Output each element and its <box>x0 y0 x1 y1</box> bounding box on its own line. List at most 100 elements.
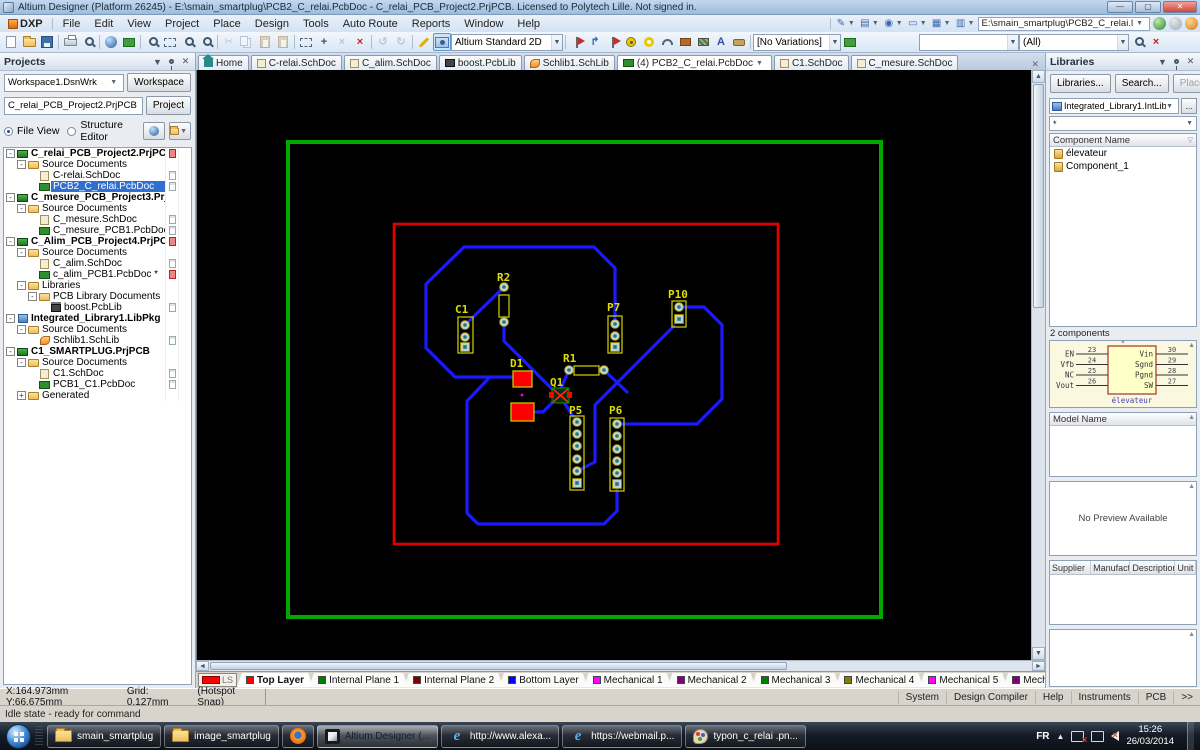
place-string-button[interactable]: A <box>712 33 730 51</box>
copy-button[interactable] <box>238 33 256 51</box>
route-differential-pair-button[interactable] <box>568 33 586 51</box>
select-area-button[interactable] <box>297 33 315 51</box>
menu-place[interactable]: Place <box>206 17 248 31</box>
tree-item-pcb-library-documents[interactable]: -PCB Library Documents <box>4 291 191 302</box>
menu-window[interactable]: Window <box>457 17 510 31</box>
open-folder-button[interactable]: ▼ <box>169 122 191 140</box>
column-header-description[interactable]: Description <box>1130 561 1175 574</box>
menu-reports[interactable]: Reports <box>405 17 458 31</box>
frame-icon[interactable]: ▭ <box>906 17 920 30</box>
print-button[interactable] <box>61 33 79 51</box>
place-polygon-button[interactable] <box>694 33 712 51</box>
minimize-button[interactable]: — <box>1107 1 1133 13</box>
column-header-manufactur[interactable]: Manufactur <box>1091 561 1130 574</box>
supplier-table-body[interactable] <box>1049 575 1197 625</box>
tree-item-generated[interactable]: +Generated <box>4 390 191 401</box>
place-component-button[interactable] <box>730 33 748 51</box>
doc-tab-4-pcb2-c-relai-pcbdoc[interactable]: (4) PCB2_C_relai.PcbDoc▼ <box>617 55 772 70</box>
collapse-icon[interactable]: - <box>6 314 15 323</box>
tree-item-integrated-library1-libpkg[interactable]: -Integrated_Library1.LibPkg <box>4 313 191 324</box>
annotate-icon[interactable]: ✎ <box>834 17 848 30</box>
forward-icon[interactable] <box>1169 17 1182 30</box>
place-button[interactable]: Place <box>1173 74 1200 93</box>
layer-set-selector[interactable]: LS <box>198 673 237 687</box>
layer-tab-mechanical-6[interactable]: Mechanical 6 <box>1003 673 1045 688</box>
camera-view-button[interactable] <box>433 33 451 51</box>
grid-icon[interactable]: ▦ <box>930 17 944 30</box>
mask-scope-dropdown[interactable]: ▼ <box>919 34 1019 51</box>
tree-item-source-documents[interactable]: -Source Documents <box>4 324 191 335</box>
filter-clear-button[interactable]: × <box>1147 33 1165 51</box>
collapse-icon[interactable]: - <box>17 281 26 290</box>
filter-scope-dropdown[interactable]: (All)▼ <box>1019 34 1129 51</box>
zoom-area-button[interactable] <box>161 33 179 51</box>
tree-item-c1-schdoc[interactable]: C1.SchDoc <box>4 368 191 379</box>
favorites-icon[interactable] <box>1185 17 1198 30</box>
layer-tab-top-layer[interactable]: Top Layer <box>237 673 313 688</box>
collapse-icon[interactable]: - <box>17 248 26 257</box>
collapse-icon[interactable]: - <box>17 325 26 334</box>
workspace-dropdown[interactable]: Workspace1.DsnWrk▼ <box>4 74 124 92</box>
menu-auto-route[interactable]: Auto Route <box>336 17 405 31</box>
model-list-header[interactable]: Model Name <box>1050 413 1196 426</box>
panel-button-pcb[interactable]: PCB <box>1138 691 1174 704</box>
web-icon[interactable]: ◉ <box>882 17 896 30</box>
tree-item-c-mesure-schdoc[interactable]: C_mesure.SchDoc <box>4 214 191 225</box>
scroll-right-icon[interactable]: ► <box>1032 661 1045 671</box>
apply-filter-button[interactable]: × <box>333 33 351 51</box>
tree-item-libraries[interactable]: -Libraries <box>4 280 191 291</box>
show-desktop-button[interactable] <box>1187 722 1194 750</box>
collapse-icon[interactable]: - <box>6 193 15 202</box>
tree-item-c-relai-schdoc[interactable]: C-relai.SchDoc <box>4 170 191 181</box>
library-component-component-1[interactable]: Component_1 <box>1050 160 1196 173</box>
menu-edit[interactable]: Edit <box>87 17 120 31</box>
project-name-field[interactable]: C_relai_PCB_Project2.PrjPCB <box>4 97 143 115</box>
tree-item-schlib1-schlib[interactable]: Schlib1.SchLib <box>4 335 191 346</box>
collapse-icon[interactable]: - <box>17 358 26 367</box>
collapse-icon[interactable]: - <box>6 149 15 158</box>
panel-button-system[interactable]: System <box>898 691 946 704</box>
taskbar-item-http-www-alexa[interactable]: ehttp://www.alexa... <box>441 725 559 748</box>
view-mode-dropdown[interactable]: Altium Standard 2D▼ <box>451 34 563 51</box>
variant-manager-button[interactable] <box>841 33 859 51</box>
structure-editor-radio[interactable] <box>67 127 76 136</box>
clear-filter-button[interactable]: × <box>351 33 369 51</box>
dxp-menu[interactable]: DXP <box>2 16 49 31</box>
new-document-button[interactable] <box>2 33 20 51</box>
layer-tab-mechanical-5[interactable]: Mechanical 5 <box>919 673 1007 688</box>
interactive-routing-button[interactable] <box>415 33 433 51</box>
column-header-unit[interactable]: Unit <box>1175 561 1196 574</box>
tree-item-c-alim-pcb1-pcbdoc[interactable]: c_alim_PCB1.PcbDoc * <box>4 269 191 280</box>
scroll-hint-icon[interactable]: ▲ <box>1188 414 1195 421</box>
sort-button[interactable] <box>143 122 165 140</box>
panel-button-help[interactable]: Help <box>1035 691 1071 704</box>
open-document-button[interactable] <box>20 33 38 51</box>
open-3d-view-button[interactable] <box>102 33 120 51</box>
panel-close-icon[interactable]: ✕ <box>1185 56 1196 67</box>
layer-tab-internal-plane-1[interactable]: Internal Plane 1 <box>309 673 408 688</box>
workspace-button[interactable]: Workspace <box>127 73 191 92</box>
horizontal-scroll-thumb[interactable] <box>210 662 787 670</box>
panel-button--[interactable]: >> <box>1173 691 1200 704</box>
browse-components-button[interactable] <box>120 33 138 51</box>
tree-item-boost-pcblib[interactable]: boost.PcbLib <box>4 302 191 313</box>
print-preview-button[interactable] <box>79 33 97 51</box>
model-list[interactable] <box>1050 426 1196 476</box>
taskbar-clock[interactable]: 15:26 26/03/2014 <box>1126 724 1174 748</box>
libraries-button[interactable]: Libraries... <box>1050 74 1111 93</box>
interactive-route-net-button[interactable]: ↱ <box>586 33 604 51</box>
panel-pin-icon[interactable] <box>166 56 177 67</box>
tree-item-source-documents[interactable]: -Source Documents <box>4 203 191 214</box>
doc-tab-schlib1-schlib[interactable]: Schlib1.SchLib <box>524 55 615 70</box>
scroll-up-icon[interactable]: ▲ <box>1032 70 1045 83</box>
zoom-filtered-button[interactable] <box>197 33 215 51</box>
document-path-dropdown[interactable]: E:\smain_smartplug\PCB2_C_relai.l▼ <box>978 17 1150 31</box>
paste-button[interactable] <box>256 33 274 51</box>
library-dropdown[interactable]: Integrated_Library1.IntLib [Co▼ <box>1049 98 1179 114</box>
expand-icon[interactable]: + <box>17 391 26 400</box>
place-fill-button[interactable] <box>676 33 694 51</box>
redo-button[interactable]: ↻ <box>392 33 410 51</box>
doc-tab-c1-schdoc[interactable]: C1.SchDoc <box>774 55 849 70</box>
scroll-down-icon[interactable]: ▼ <box>1032 647 1045 660</box>
filter-select-button[interactable] <box>1129 33 1147 51</box>
